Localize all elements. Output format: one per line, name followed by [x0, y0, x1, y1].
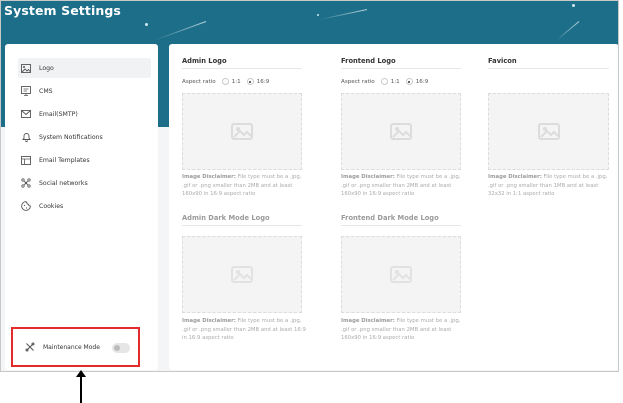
admin-dark-logo-title: Admin Dark Mode Logo	[182, 214, 270, 222]
admin-dark-logo-divider	[182, 225, 302, 226]
image-icon	[21, 63, 31, 73]
sidebar-item-cms[interactable]: CMS	[18, 81, 151, 101]
frontend-logo-ratio-1-1-radio[interactable]	[380, 78, 388, 85]
frontend-logo-ratio-16-9-radio[interactable]	[405, 78, 413, 85]
page-title: System Settings	[4, 3, 121, 18]
sidebar-item-label: Social networks	[39, 179, 88, 187]
decor-star	[317, 14, 319, 16]
image-placeholder-icon	[231, 123, 253, 140]
sidebar-item-label: CMS	[39, 87, 53, 95]
sidebar-item-social-networks[interactable]: Social networks	[18, 173, 151, 193]
favicon-upload[interactable]	[488, 93, 609, 170]
admin-logo-disclaimer: Image Disclaimer: File type must be a .j…	[182, 174, 302, 198]
mail-icon	[21, 109, 31, 119]
admin-logo-aspect-ratio: Aspect ratio 1:1 16:9	[182, 78, 269, 85]
favicon-disclaimer: Image Disclaimer: File type must be a .j…	[488, 174, 608, 198]
decor-star	[572, 4, 575, 7]
maintenance-mode-label: Maintenance Mode	[43, 343, 100, 351]
decor-streak	[154, 21, 207, 41]
frontend-dark-logo-divider	[341, 225, 461, 226]
frontend-dark-logo-disclaimer: Image Disclaimer: File type must be a .j…	[341, 318, 461, 342]
screenshot-frame: System Settings Logo CMS Email(SMTP) Sys…	[0, 0, 623, 403]
ratio-option-label: 1:1	[390, 78, 400, 85]
admin-logo-ratio-16-9-radio[interactable]	[246, 78, 254, 85]
frontend-logo-title: Frontend Logo	[341, 57, 396, 65]
admin-logo-ratio-1-1-radio[interactable]	[221, 78, 229, 85]
settings-nav: Logo CMS Email(SMTP) System Notification…	[18, 58, 151, 219]
decor-streak	[317, 9, 368, 21]
frontend-dark-logo-title: Frontend Dark Mode Logo	[341, 214, 439, 222]
tools-icon	[25, 342, 35, 352]
image-placeholder-icon	[390, 123, 412, 140]
admin-dark-logo-upload[interactable]	[182, 236, 302, 313]
sidebar-item-label: System Notifications	[39, 133, 103, 141]
sidebar-item-logo[interactable]: Logo	[18, 58, 151, 78]
sidebar-item-label: Email(SMTP)	[39, 110, 78, 118]
sidebar-item-label: Email Templates	[39, 156, 90, 164]
sidebar-item-cookies[interactable]: Cookies	[18, 196, 151, 216]
frontend-dark-logo-upload[interactable]	[341, 236, 461, 313]
image-placeholder-icon	[537, 123, 560, 140]
ratio-option-label: 16:9	[256, 78, 270, 85]
maintenance-mode-toggle[interactable]	[112, 343, 130, 353]
sidebar-item-label: Logo	[39, 64, 54, 72]
sidebar-item-system-notifications[interactable]: System Notifications	[18, 127, 151, 147]
sidebar-item-label: Cookies	[39, 202, 64, 210]
favicon-divider	[488, 68, 609, 69]
frontend-logo-upload[interactable]	[341, 93, 461, 170]
settings-sidebar: Logo CMS Email(SMTP) System Notification…	[5, 44, 158, 370]
aspect-ratio-label: Aspect ratio	[341, 78, 375, 85]
frontend-logo-disclaimer: Image Disclaimer: File type must be a .j…	[341, 174, 461, 198]
sidebar-item-email-templates[interactable]: Email Templates	[18, 150, 151, 170]
admin-dark-logo-disclaimer: Image Disclaimer: File type must be a .j…	[182, 318, 306, 342]
admin-logo-upload[interactable]	[182, 93, 302, 170]
bell-icon	[21, 132, 31, 142]
cookie-icon	[21, 201, 31, 211]
admin-logo-divider	[182, 68, 302, 69]
template-icon	[21, 155, 31, 165]
decor-star	[145, 23, 148, 26]
maintenance-mode-row: Maintenance Mode	[11, 327, 140, 367]
frontend-logo-aspect-ratio: Aspect ratio 1:1 16:9	[341, 78, 428, 85]
frontend-logo-divider	[341, 68, 461, 69]
favicon-title: Favicon	[488, 57, 517, 65]
admin-logo-title: Admin Logo	[182, 57, 227, 65]
share-icon	[21, 178, 31, 188]
logo-settings-panel: Admin Logo Aspect ratio 1:1 16:9 Image D…	[169, 44, 618, 370]
callout-arrow	[76, 370, 86, 403]
sidebar-item-email-smtp[interactable]: Email(SMTP)	[18, 104, 151, 124]
image-placeholder-icon	[390, 266, 412, 283]
ratio-option-label: 1:1	[231, 78, 241, 85]
image-placeholder-icon	[231, 266, 253, 283]
decor-streak	[555, 21, 580, 42]
monitor-icon	[21, 86, 31, 96]
app-window: System Settings Logo CMS Email(SMTP) Sys…	[0, 0, 619, 372]
ratio-option-label: 16:9	[415, 78, 429, 85]
aspect-ratio-label: Aspect ratio	[182, 78, 216, 85]
